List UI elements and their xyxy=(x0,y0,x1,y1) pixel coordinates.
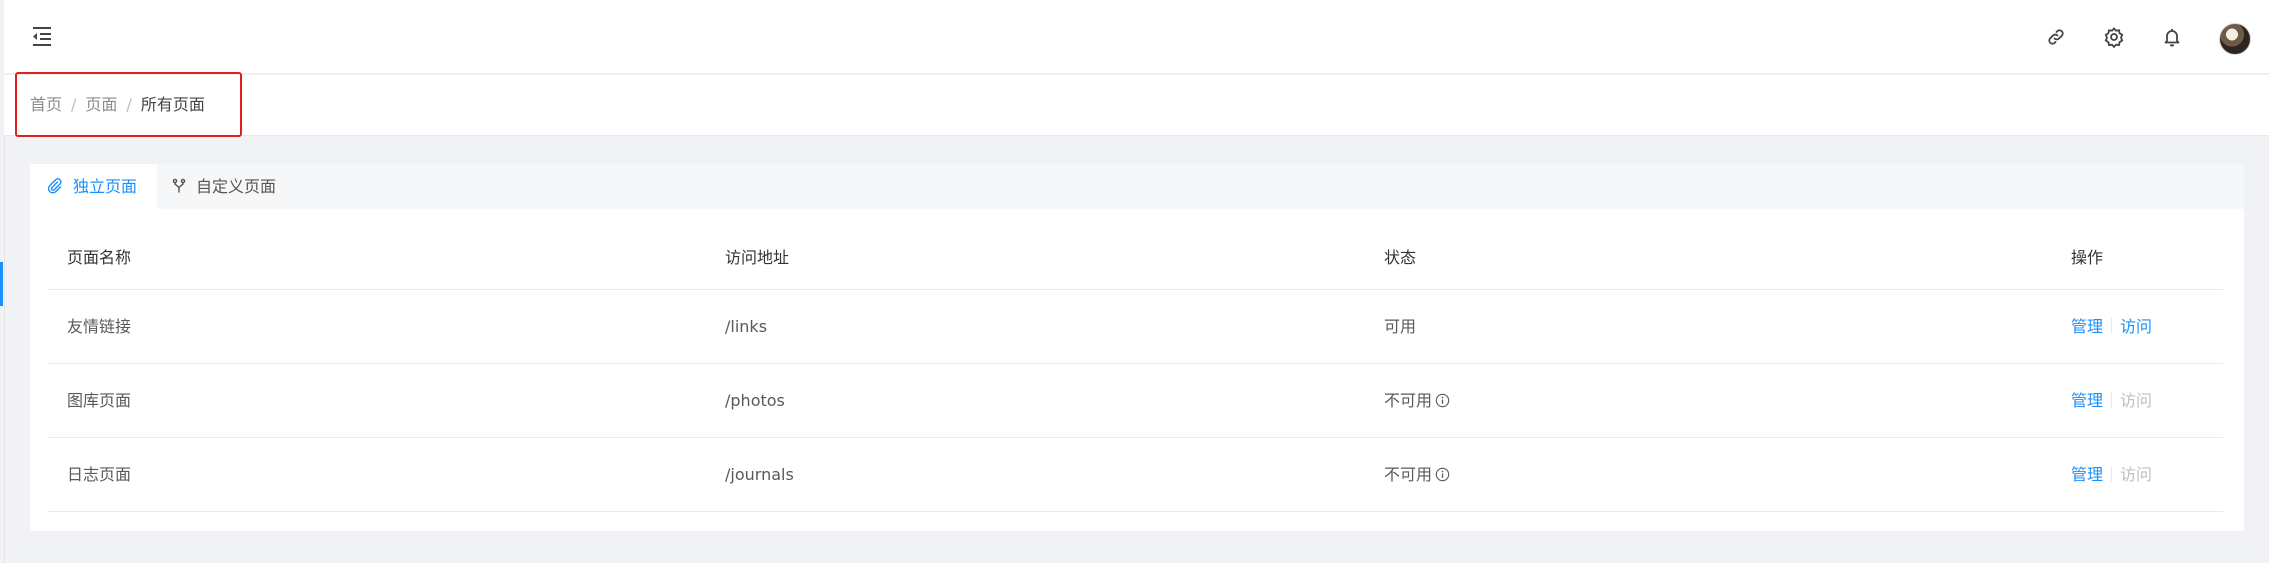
sidebar-active-indicator xyxy=(0,262,3,306)
tab-custom-pages[interactable]: 自定义页面 xyxy=(157,164,307,209)
tab-label: 自定义页面 xyxy=(196,177,277,196)
action-divider xyxy=(2111,318,2113,334)
status-text: 可用 xyxy=(1384,317,1417,336)
menu-fold-icon[interactable] xyxy=(29,23,55,49)
page-path: /links xyxy=(725,317,768,336)
breadcrumb-bar: 首页 / 页面 / 所有页面 xyxy=(4,72,2269,137)
visit-link-disabled: 访问 xyxy=(2120,391,2153,410)
action-divider xyxy=(2111,466,2113,482)
column-header-path: 访问地址 xyxy=(725,248,790,267)
page-name: 友情链接 xyxy=(67,317,132,336)
info-circle-icon[interactable] xyxy=(1435,467,1450,482)
manage-link[interactable]: 管理 xyxy=(2071,391,2103,410)
app-root: 首页 / 页面 / 所有页面 独立页面 自定义页面 页面名称 访问地址 状态 操… xyxy=(0,0,2269,563)
pages-card: 独立页面 自定义页面 页面名称 访问地址 状态 操作 友情链接 /links 可… xyxy=(30,164,2244,531)
user-avatar[interactable] xyxy=(2219,23,2251,55)
page-status: 不可用 xyxy=(1384,364,1450,438)
table-row: 日志页面 /journals 不可用 管理 访问 xyxy=(47,438,2223,512)
status-text: 不可用 xyxy=(1384,391,1433,410)
link-icon[interactable] xyxy=(2045,26,2067,48)
breadcrumb-separator: / xyxy=(126,95,132,114)
page-name: 图库页面 xyxy=(67,391,132,410)
manage-link[interactable]: 管理 xyxy=(2071,465,2103,484)
breadcrumb-separator: / xyxy=(71,95,77,114)
column-header-status: 状态 xyxy=(1384,248,1417,267)
table-header-row: 页面名称 访问地址 状态 操作 xyxy=(47,234,2223,290)
page-status: 可用 xyxy=(1384,290,1416,364)
status-text: 不可用 xyxy=(1384,465,1433,484)
tabs-bar: 独立页面 自定义页面 xyxy=(30,164,2244,209)
tab-independent-pages[interactable]: 独立页面 xyxy=(30,164,157,209)
top-header xyxy=(4,0,2269,74)
row-actions: 管理 访问 xyxy=(2071,438,2152,512)
paperclip-icon xyxy=(47,178,62,194)
page-status: 不可用 xyxy=(1384,438,1450,512)
row-actions: 管理 访问 xyxy=(2071,290,2152,364)
info-circle-icon[interactable] xyxy=(1435,393,1450,408)
breadcrumb-current: 所有页面 xyxy=(140,95,205,114)
gear-icon[interactable] xyxy=(2103,26,2125,48)
fork-icon xyxy=(172,178,186,193)
row-actions: 管理 访问 xyxy=(2071,364,2152,438)
page-path: /photos xyxy=(725,391,785,410)
table-row: 图库页面 /photos 不可用 管理 访问 xyxy=(47,364,2223,438)
table-row: 友情链接 /links 可用 管理 访问 xyxy=(47,290,2223,364)
action-divider xyxy=(2111,392,2113,408)
tab-label: 独立页面 xyxy=(73,177,138,196)
breadcrumb: 首页 / 页面 / 所有页面 xyxy=(30,95,205,115)
column-header-actions: 操作 xyxy=(2071,248,2104,267)
bell-icon[interactable] xyxy=(2161,26,2183,48)
manage-link[interactable]: 管理 xyxy=(2071,317,2103,336)
breadcrumb-home[interactable]: 首页 xyxy=(30,95,62,114)
visit-link[interactable]: 访问 xyxy=(2120,317,2152,336)
breadcrumb-pages[interactable]: 页面 xyxy=(85,95,117,114)
visit-link-disabled: 访问 xyxy=(2120,465,2153,484)
page-path: /journals xyxy=(725,465,794,484)
pages-table: 页面名称 访问地址 状态 操作 友情链接 /links 可用 管理 访问 图库页面… xyxy=(47,234,2223,512)
column-header-name: 页面名称 xyxy=(67,248,132,267)
page-name: 日志页面 xyxy=(67,465,132,484)
